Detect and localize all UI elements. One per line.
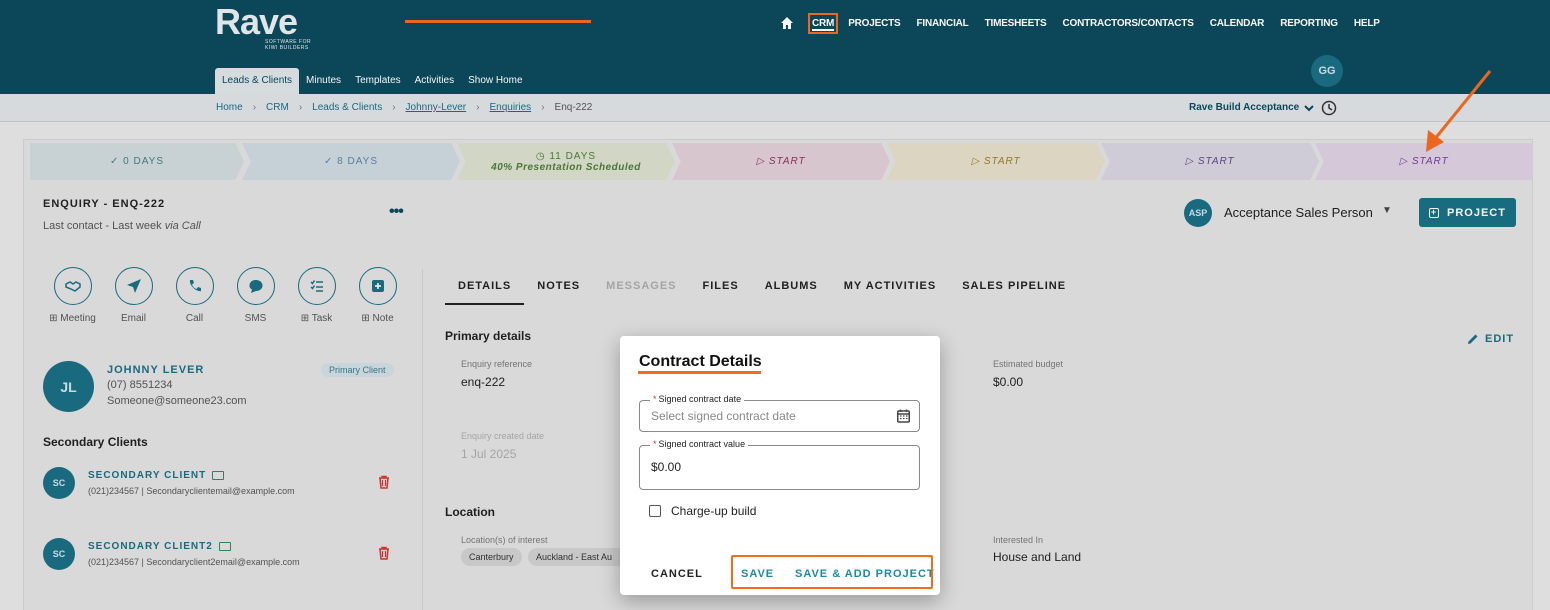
checkbox[interactable] <box>649 505 661 517</box>
annotation-underline <box>638 371 761 374</box>
signed-contract-value-input[interactable] <box>651 460 881 474</box>
signed-contract-date-label: Signed contract date <box>658 394 742 404</box>
calendar-icon[interactable] <box>897 409 910 423</box>
signed-contract-date-input[interactable] <box>651 409 881 423</box>
signed-contract-date-field[interactable]: * Signed contract date <box>639 394 920 432</box>
annotation-highlight-box <box>731 555 933 589</box>
charge-up-build-label: Charge-up build <box>671 504 757 518</box>
charge-up-build-checkbox[interactable]: Charge-up build <box>649 504 756 518</box>
signed-contract-value-field[interactable]: * Signed contract value <box>639 439 920 490</box>
signed-contract-value-label: Signed contract value <box>658 439 746 449</box>
dialog-title: Contract Details <box>639 353 762 370</box>
cancel-button[interactable]: CANCEL <box>651 568 703 580</box>
